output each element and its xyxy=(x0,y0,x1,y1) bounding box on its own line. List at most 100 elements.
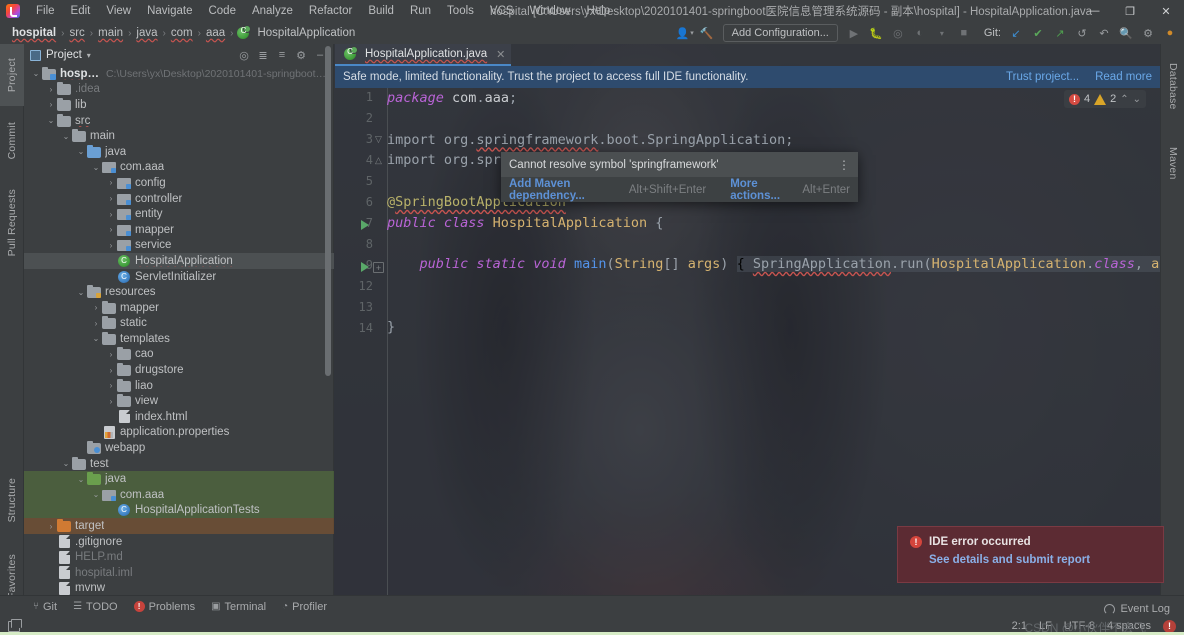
chevron-right-icon[interactable]: › xyxy=(105,194,117,203)
breadcrumb-item-class[interactable]: HospitalApplication xyxy=(253,26,359,40)
error-indicator-icon[interactable]: ! xyxy=(1163,619,1176,633)
read-more-link[interactable]: Read more xyxy=(1095,71,1152,83)
tree-node-drugstore[interactable]: › drugstore xyxy=(24,362,334,378)
chevron-right-icon[interactable]: › xyxy=(105,366,117,375)
breadcrumb-item-aaa[interactable]: aaa xyxy=(202,26,229,40)
caret-position[interactable]: 2:1 xyxy=(1012,620,1027,632)
chevron-down-icon[interactable]: ▾ xyxy=(932,23,952,43)
tree-node-lib[interactable]: › lib xyxy=(24,97,334,113)
sidebar-item-structure[interactable]: Structure xyxy=(0,464,24,536)
project-panel-title-group[interactable]: Project ▾ xyxy=(30,49,91,61)
tree-node-mapper[interactable]: › mapper xyxy=(24,222,334,238)
tree-node-hospital[interactable]: ⌄ hospital C:\Users\yx\Desktop\2020101401-… xyxy=(24,66,334,82)
tree-node-config[interactable]: › config xyxy=(24,175,334,191)
intention-popup[interactable]: Cannot resolve symbol 'springframework' … xyxy=(501,152,858,202)
tree-node-help-md[interactable]: · HELP.md xyxy=(24,549,334,565)
sidebar-item-pull-requests[interactable]: Pull Requests xyxy=(0,176,24,270)
tree-node-com-aaa[interactable]: ⌄ com.aaa xyxy=(24,487,334,503)
menu-navigate[interactable]: Navigate xyxy=(139,2,200,20)
tree-node-service[interactable]: › service xyxy=(24,238,334,254)
ide-error-report-link[interactable]: See details and submit report xyxy=(929,554,1151,566)
bottom-tab-terminal[interactable]: ▣ Terminal xyxy=(204,599,273,615)
menu-help[interactable]: Help xyxy=(578,2,618,20)
tree-node-resources[interactable]: ⌄ resources xyxy=(24,284,334,300)
bottom-tab-problems[interactable]: ! Problems xyxy=(127,599,202,615)
tree-node-mapper[interactable]: › mapper xyxy=(24,300,334,316)
run-icon[interactable]: ▶ xyxy=(844,23,864,43)
vcs-person-icon[interactable]: 👤 ▾ xyxy=(675,23,695,43)
menu-code[interactable]: Code xyxy=(200,2,244,20)
add-maven-dependency-action[interactable]: Add Maven dependency... xyxy=(509,178,621,202)
event-log-button[interactable]: Event Log xyxy=(1104,603,1170,615)
indent-setting[interactable]: 4 spaces xyxy=(1107,620,1151,632)
tree-node-java[interactable]: ⌄ java xyxy=(24,144,334,160)
menu-edit[interactable]: Edit xyxy=(63,2,99,20)
breadcrumb-item-com[interactable]: com xyxy=(167,26,197,40)
menu-analyze[interactable]: Analyze xyxy=(244,2,301,20)
bottom-tab-profiler[interactable]: ◔ Profiler xyxy=(275,599,334,615)
menu-vcs[interactable]: VCS xyxy=(482,2,522,20)
tree-node-mvnw[interactable]: · mvnw xyxy=(24,581,334,596)
tree-node-hospitalapplication[interactable]: ·C HospitalApplication xyxy=(24,253,334,269)
sidebar-item-commit[interactable]: Commit xyxy=(0,110,24,172)
add-configuration-button[interactable]: Add Configuration... xyxy=(722,24,838,42)
history-icon[interactable]: ↺ xyxy=(1072,23,1092,43)
breadcrumb-item-main[interactable]: main xyxy=(94,26,127,40)
breadcrumb-item-hospital[interactable]: hospital xyxy=(8,26,60,40)
maximize-button[interactable]: ❐ xyxy=(1112,0,1148,22)
chevron-right-icon[interactable]: › xyxy=(105,178,117,187)
tree-node-gitignore[interactable]: · .gitignore xyxy=(24,534,334,550)
chevron-down-icon[interactable]: ⌄ xyxy=(60,132,72,141)
tree-node-idea[interactable]: › .idea xyxy=(24,82,334,98)
inspection-status-widget[interactable]: ! 4 2 ⌃ ⌄ xyxy=(1063,90,1146,108)
tree-node-main[interactable]: ⌄ main xyxy=(24,128,334,144)
bottom-tab-todo[interactable]: ☰ TODO xyxy=(66,599,125,615)
chevron-right-icon[interactable]: › xyxy=(105,241,117,250)
search-icon[interactable]: 🔍 xyxy=(1116,23,1136,43)
commit-icon[interactable]: ✔ xyxy=(1028,23,1048,43)
show-hide-toolwindows-icon[interactable] xyxy=(8,618,22,632)
chevron-down-icon[interactable]: ⌄ xyxy=(60,459,72,468)
menu-run[interactable]: Run xyxy=(402,2,439,20)
chevron-down-icon[interactable]: ⌄ xyxy=(90,490,102,499)
tree-node-src[interactable]: ⌄ src xyxy=(24,113,334,129)
update-project-icon[interactable]: ↙ xyxy=(1006,23,1026,43)
breadcrumb-item-src[interactable]: src xyxy=(65,26,88,40)
tree-node-application-properties[interactable]: · application.properties xyxy=(24,425,334,441)
profile-icon[interactable]: ◐ xyxy=(910,23,930,43)
close-button[interactable]: ✕ xyxy=(1148,0,1184,22)
tree-node-hospital-iml[interactable]: · hospital.iml xyxy=(24,565,334,581)
menu-window[interactable]: Window xyxy=(522,2,579,20)
chevron-down-icon[interactable]: ⌄ xyxy=(1133,94,1141,105)
tree-node-webapp[interactable]: · webapp xyxy=(24,440,334,456)
menu-file[interactable]: File xyxy=(28,2,63,20)
chevron-down-icon[interactable]: ⌄ xyxy=(75,288,87,297)
tree-node-servletinitializer[interactable]: ·C ServletInitializer xyxy=(24,269,334,285)
chevron-right-icon[interactable]: › xyxy=(45,100,57,109)
ide-error-balloon[interactable]: ! IDE error occurred See details and sub… xyxy=(897,526,1164,583)
tree-node-liao[interactable]: › liao xyxy=(24,378,334,394)
tree-node-entity[interactable]: › entity xyxy=(24,206,334,222)
tree-node-test[interactable]: ⌄ test xyxy=(24,456,334,472)
sidebar-item-maven[interactable]: Maven xyxy=(1161,132,1184,194)
line-separator[interactable]: LF xyxy=(1039,620,1052,632)
chevron-right-icon[interactable]: › xyxy=(45,85,57,94)
trust-project-link[interactable]: Trust project... xyxy=(1006,71,1079,83)
tree-node-templates[interactable]: ⌄ templates xyxy=(24,331,334,347)
bottom-tab-git[interactable]: ⑂ Git xyxy=(26,599,64,615)
gear-icon[interactable]: ⚙ xyxy=(292,46,310,64)
chevron-right-icon[interactable]: › xyxy=(105,225,117,234)
minimize-button[interactable]: — xyxy=(1076,0,1112,22)
gear-icon[interactable]: ⚙ xyxy=(1138,23,1158,43)
hammer-icon[interactable]: 🔨 xyxy=(697,23,717,43)
tree-node-index-html[interactable]: · index.html xyxy=(24,409,334,425)
menu-view[interactable]: View xyxy=(98,2,139,20)
run-coverage-icon[interactable]: ◎ xyxy=(888,23,908,43)
stop-icon[interactable]: ■ xyxy=(954,23,974,43)
chevron-up-icon[interactable]: ⌃ xyxy=(1120,94,1128,105)
editor-tab-hospitalapplication[interactable]: HospitalApplication.java ✕ xyxy=(335,44,512,66)
more-actions-action[interactable]: More actions... xyxy=(730,178,794,202)
menu-tools[interactable]: Tools xyxy=(439,2,482,20)
chevron-right-icon[interactable]: › xyxy=(45,522,57,531)
chevron-right-icon[interactable]: › xyxy=(105,210,117,219)
